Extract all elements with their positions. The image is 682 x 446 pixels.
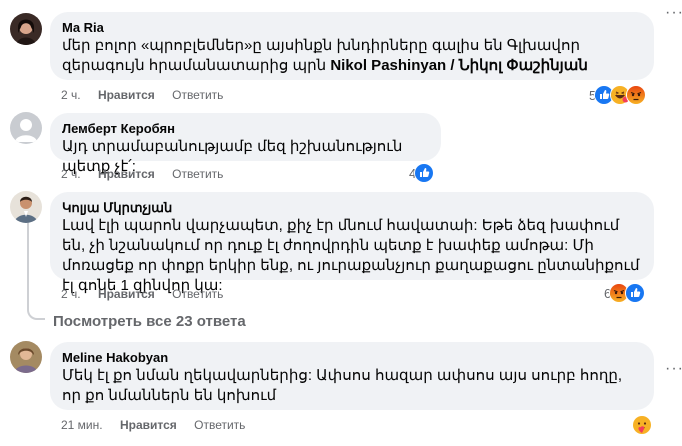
more-options-icon[interactable]: ··· xyxy=(665,360,682,378)
comment-author[interactable]: Կոլյա Մկրտչյան xyxy=(62,200,642,216)
avatar[interactable] xyxy=(10,13,42,45)
comment-meta: 21 мин. Нравится Ответить xyxy=(61,417,259,433)
reply-button[interactable]: Ответить xyxy=(172,88,223,102)
avatar[interactable] xyxy=(10,341,42,373)
reactions-summary[interactable] xyxy=(632,415,652,435)
comment-author[interactable]: Meline Hakobyan xyxy=(62,350,642,366)
comment-bubble: Կոլյա Մկրտչյան Լավ էլի պարոն վարչապետ, ք… xyxy=(50,192,654,294)
angry-reaction-icon xyxy=(626,85,647,105)
comment-bubble: Meline Hakobyan Մեկ էլ քո նման ղեկավարնե… xyxy=(50,342,654,410)
like-reaction-icon xyxy=(625,283,646,303)
comment-text: Լավ էլի պարոն վարչապետ, քիչ էր մնում հավ… xyxy=(62,217,640,294)
thread-line-curve xyxy=(27,308,45,320)
comment-author[interactable]: Ma Ria xyxy=(62,20,642,36)
like-button[interactable]: Нравится xyxy=(98,167,155,181)
reactions-summary[interactable]: 5 xyxy=(589,85,647,105)
comment-text: մեր բոլոր «պրոբլեմներ»ը այսինքն խնդիրներ… xyxy=(62,37,588,74)
avatar[interactable] xyxy=(10,191,42,223)
avatar-default[interactable] xyxy=(10,112,42,144)
comment-meta: 2 ч. Нравится Ответить xyxy=(61,87,237,103)
reactions-summary[interactable]: 4 xyxy=(409,163,435,183)
comment-text: Մեկ էլ քո նման ղեկավարներից: Ափսոս հազար… xyxy=(62,367,623,404)
comment-time[interactable]: 2 ч. xyxy=(61,88,81,102)
like-reaction-icon xyxy=(414,163,435,183)
more-options-icon[interactable]: ··· xyxy=(665,4,682,22)
comment-time[interactable]: 2 ч. xyxy=(61,167,81,181)
comment-time[interactable]: 21 мин. xyxy=(61,418,103,432)
like-button[interactable]: Нравится xyxy=(98,88,155,102)
like-button[interactable]: Нравится xyxy=(120,418,177,432)
reactions-summary[interactable]: 6 xyxy=(604,283,646,303)
mentioned-page[interactable]: Nikol Pashinyan / Նիկոլ Փաշինյան xyxy=(330,57,588,74)
thread-line xyxy=(27,218,29,310)
comment-bubble: Ma Ria մեր բոլոր «պրոբլեմներ»ը այսինքն խ… xyxy=(50,12,654,80)
like-button[interactable]: Нравится xyxy=(98,287,155,301)
comment-time[interactable]: 2 ч. xyxy=(61,287,81,301)
view-more-replies-link[interactable]: Посмотреть все 23 ответа xyxy=(53,313,246,330)
reply-button[interactable]: Ответить xyxy=(194,418,245,432)
reply-button[interactable]: Ответить xyxy=(172,167,223,181)
comment-meta: 2 ч. Нравится Ответить xyxy=(61,166,237,182)
comment-bubble: Лемберт Керобян Այդ տրամաբանությամբ մեզ … xyxy=(50,113,441,175)
comment-author[interactable]: Лемберт Керобян xyxy=(62,121,429,137)
care-reaction-icon xyxy=(632,415,652,435)
reply-button[interactable]: Ответить xyxy=(172,287,223,301)
comment-meta: 2 ч. Нравится Ответить xyxy=(61,286,237,302)
